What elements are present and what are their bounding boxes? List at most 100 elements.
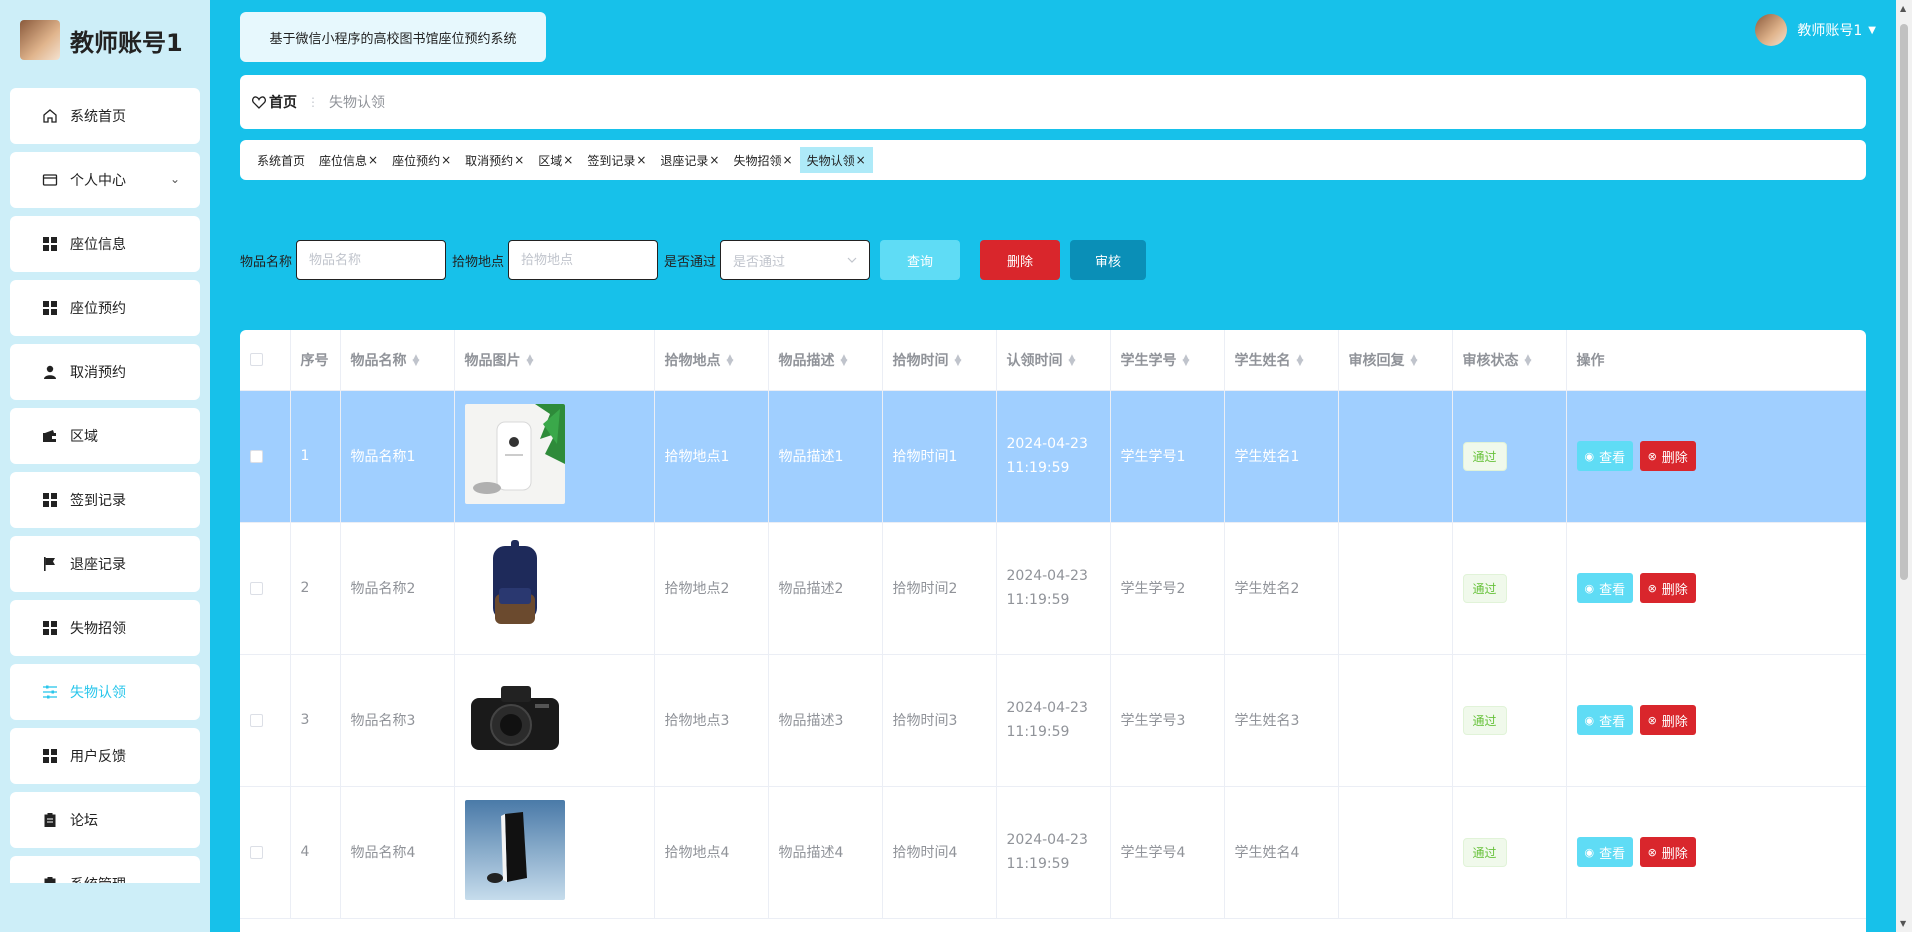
column-header[interactable]: 拾物时间 ▲ ▼ <box>882 330 997 391</box>
tag-label: 区域 <box>538 153 563 168</box>
column-header[interactable]: 学生姓名 ▲ ▼ <box>1224 330 1339 391</box>
table-row[interactable]: 3 物品名称3 拾物地点3 物品描述3 拾物时间3 2024-04-23 11:… <box>240 654 1866 787</box>
audit-button[interactable]: 审核 <box>1070 240 1147 280</box>
row-checkbox[interactable] <box>250 845 263 859</box>
scroll-down-icon[interactable]: ▼ <box>1900 919 1906 928</box>
view-button[interactable]: ◉ 查看 <box>1576 705 1634 735</box>
tag-home[interactable]: 系统首页 <box>250 147 312 173</box>
tag-seat-reservation[interactable]: 座位预约 × <box>385 147 458 173</box>
sidebar-item-seat-reservation[interactable]: 座位预约 <box>10 280 200 336</box>
tag-checkin-records[interactable]: 签到记录 × <box>580 147 653 173</box>
delete-button[interactable]: ⊗ 删除 <box>1639 837 1696 867</box>
user-menu[interactable]: 教师账号1 ▼ <box>1755 14 1876 46</box>
tag-cancel-reservation[interactable]: 取消预约 × <box>458 147 531 173</box>
sidebar-item-cancel-reservation[interactable]: 取消预约 <box>10 344 200 400</box>
sort-icon[interactable]: ▲ ▼ <box>527 353 534 367</box>
column-header[interactable]: 审核回复 ▲ ▼ <box>1338 330 1453 391</box>
close-icon[interactable]: × <box>514 153 524 167</box>
delete-button[interactable]: ⊗ 删除 <box>1639 441 1696 471</box>
column-header[interactable]: 认领时间 ▲ ▼ <box>996 330 1111 391</box>
close-icon[interactable]: × <box>441 153 451 167</box>
sidebar-item-seat-info[interactable]: 座位信息 <box>10 216 200 272</box>
column-header[interactable]: 拾物地点 ▲ ▼ <box>654 330 769 391</box>
tag-area[interactable]: 区域 × <box>531 147 580 173</box>
tag-seat-info[interactable]: 座位信息 × <box>312 147 385 173</box>
breadcrumb-current: 失物认领 <box>329 95 385 111</box>
sort-icon[interactable]: ▲ ▼ <box>727 353 734 367</box>
close-icon[interactable]: × <box>856 153 866 167</box>
delete-button[interactable]: ⊗ 删除 <box>1639 573 1696 603</box>
query-button[interactable]: 查询 <box>880 240 961 280</box>
column-header[interactable]: 物品描述 ▲ ▼ <box>768 330 883 391</box>
scroll-up-icon[interactable]: ▲ <box>1900 4 1906 13</box>
pickup-place-input[interactable] <box>508 240 659 280</box>
sidebar-item-lost-claim[interactable]: 失物认领 <box>10 664 200 720</box>
sidebar-item-system[interactable]: 系统管理 ⌄ <box>10 856 200 883</box>
item-image-air-purifier[interactable] <box>464 404 565 504</box>
tag-lost-found[interactable]: 失物招领 × <box>726 147 799 173</box>
sidebar-item-checkin-records[interactable]: 签到记录 <box>10 472 200 528</box>
cell-claim-time: 2024-04-23 11:19:59 <box>996 654 1111 787</box>
sidebar-item-home[interactable]: 系统首页 <box>10 88 200 144</box>
delete-button[interactable]: ⊗ 删除 <box>1639 705 1696 735</box>
item-image-camera[interactable] <box>464 668 565 768</box>
close-icon[interactable]: × <box>563 153 573 167</box>
column-header-label: 学生姓名 <box>1234 352 1291 369</box>
sort-icon[interactable]: ▲ ▼ <box>955 353 962 367</box>
page-scrollbar[interactable]: ▲ ▼ <box>1896 0 1912 932</box>
grid-icon <box>40 618 60 638</box>
item-image-game-console[interactable] <box>464 800 565 900</box>
item-name-input[interactable] <box>296 240 447 280</box>
sort-icon[interactable]: ▲ ▼ <box>413 353 420 367</box>
close-icon[interactable]: × <box>783 153 793 167</box>
breadcrumb-home[interactable]: 首页 <box>252 92 297 112</box>
table-row[interactable]: 4 物品名称4 拾物地点4 物品描述4 拾物时间4 2024-04-23 11:… <box>240 786 1866 919</box>
status-badge: 通过 <box>1462 441 1507 471</box>
close-icon[interactable]: × <box>709 153 719 167</box>
cell-actions: ◉ 查看 ⊗ 删除 <box>1566 390 1866 523</box>
view-label: 查看 <box>1599 714 1626 730</box>
select-all-checkbox[interactable] <box>250 353 263 367</box>
batch-delete-button[interactable]: 删除 <box>980 240 1061 280</box>
view-button[interactable]: ◉ 查看 <box>1576 441 1634 471</box>
sort-icon[interactable]: ▲ ▼ <box>1525 353 1532 367</box>
cell-found-time: 拾物时间4 <box>882 786 997 919</box>
view-button[interactable]: ◉ 查看 <box>1576 573 1634 603</box>
column-header[interactable]: 审核状态 ▲ ▼ <box>1452 330 1567 391</box>
sidebar-item-forum[interactable]: 论坛 <box>10 792 200 848</box>
sidebar-item-feedback[interactable]: 用户反馈 <box>10 728 200 784</box>
row-checkbox[interactable] <box>250 713 263 727</box>
sort-icon[interactable]: ▲ ▼ <box>841 353 848 367</box>
scrollbar-thumb[interactable] <box>1900 24 1908 580</box>
sort-icon[interactable]: ▲ ▼ <box>1297 353 1304 367</box>
tag-lost-claim[interactable]: 失物认领 × <box>799 147 873 173</box>
cell-no: 2 <box>290 522 341 655</box>
close-icon[interactable]: × <box>636 153 646 167</box>
sort-icon[interactable]: ▲ ▼ <box>1411 353 1418 367</box>
column-header[interactable]: 物品名称 ▲ ▼ <box>340 330 455 391</box>
row-checkbox[interactable] <box>250 581 263 595</box>
column-header[interactable]: 物品图片 ▲ ▼ <box>454 330 655 391</box>
sidebar-item-area[interactable]: 区域 <box>10 408 200 464</box>
tag-leave-records[interactable]: 退座记录 × <box>653 147 726 173</box>
grid-icon <box>40 298 60 318</box>
table-row[interactable]: 2 物品名称2 拾物地点2 物品描述2 拾物时间2 2024-04-23 11:… <box>240 522 1866 655</box>
close-icon[interactable]: × <box>368 153 378 167</box>
table-row[interactable]: 1 物品名称1 拾物地点1 物品描述1 拾物时间1 2024-04-23 11:… <box>240 390 1866 523</box>
item-image-backpack[interactable] <box>464 536 565 636</box>
sidebar-item-profile[interactable]: 个人中心 ⌄ <box>10 152 200 208</box>
view-button[interactable]: ◉ 查看 <box>1576 837 1634 867</box>
column-header[interactable]: 学生学号 ▲ ▼ <box>1110 330 1225 391</box>
sort-icon[interactable]: ▲ ▼ <box>1069 353 1076 367</box>
cell-place: 拾物地点1 <box>654 390 769 523</box>
passed-select[interactable]: 是否通过 <box>720 240 871 280</box>
sort-icon[interactable]: ▲ ▼ <box>1183 353 1190 367</box>
sidebar-item-label: 系统首页 <box>70 109 126 125</box>
sidebar-item-label: 取消预约 <box>70 365 126 381</box>
sidebar-item-lost-found[interactable]: 失物招领 <box>10 600 200 656</box>
cell-reply <box>1338 390 1453 523</box>
clipboard-icon <box>40 810 60 830</box>
row-checkbox[interactable] <box>250 449 263 463</box>
row-checkbox-cell <box>240 786 291 919</box>
sidebar-item-leave-records[interactable]: 退座记录 <box>10 536 200 592</box>
